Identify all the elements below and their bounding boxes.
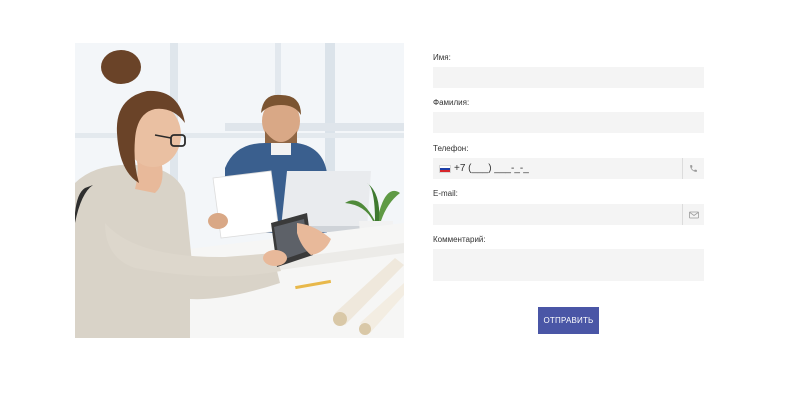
russia-flag-icon[interactable] [439, 165, 451, 173]
office-photo [75, 43, 404, 338]
email-input[interactable] [433, 204, 704, 225]
envelope-icon [682, 204, 704, 225]
phone-icon [682, 158, 704, 179]
email-label: E-mail: [433, 189, 458, 198]
contact-section: Имя: Фамилия: Телефон: +7 (___) ___-_-_ … [0, 0, 800, 400]
phone-label: Телефон: [433, 144, 469, 153]
contact-form: Имя: Фамилия: Телефон: +7 (___) ___-_-_ … [433, 0, 704, 400]
comment-label: Комментарий: [433, 235, 486, 244]
submit-button[interactable]: ОТПРАВИТЬ [538, 307, 599, 334]
name-input[interactable] [433, 67, 704, 88]
phone-input[interactable]: +7 (___) ___-_-_ [433, 158, 704, 179]
surname-label: Фамилия: [433, 98, 470, 107]
comment-textarea[interactable] [433, 249, 704, 281]
phone-mask-text: +7 (___) ___-_-_ [454, 163, 529, 174]
name-label: Имя: [433, 53, 451, 62]
surname-input[interactable] [433, 112, 704, 133]
